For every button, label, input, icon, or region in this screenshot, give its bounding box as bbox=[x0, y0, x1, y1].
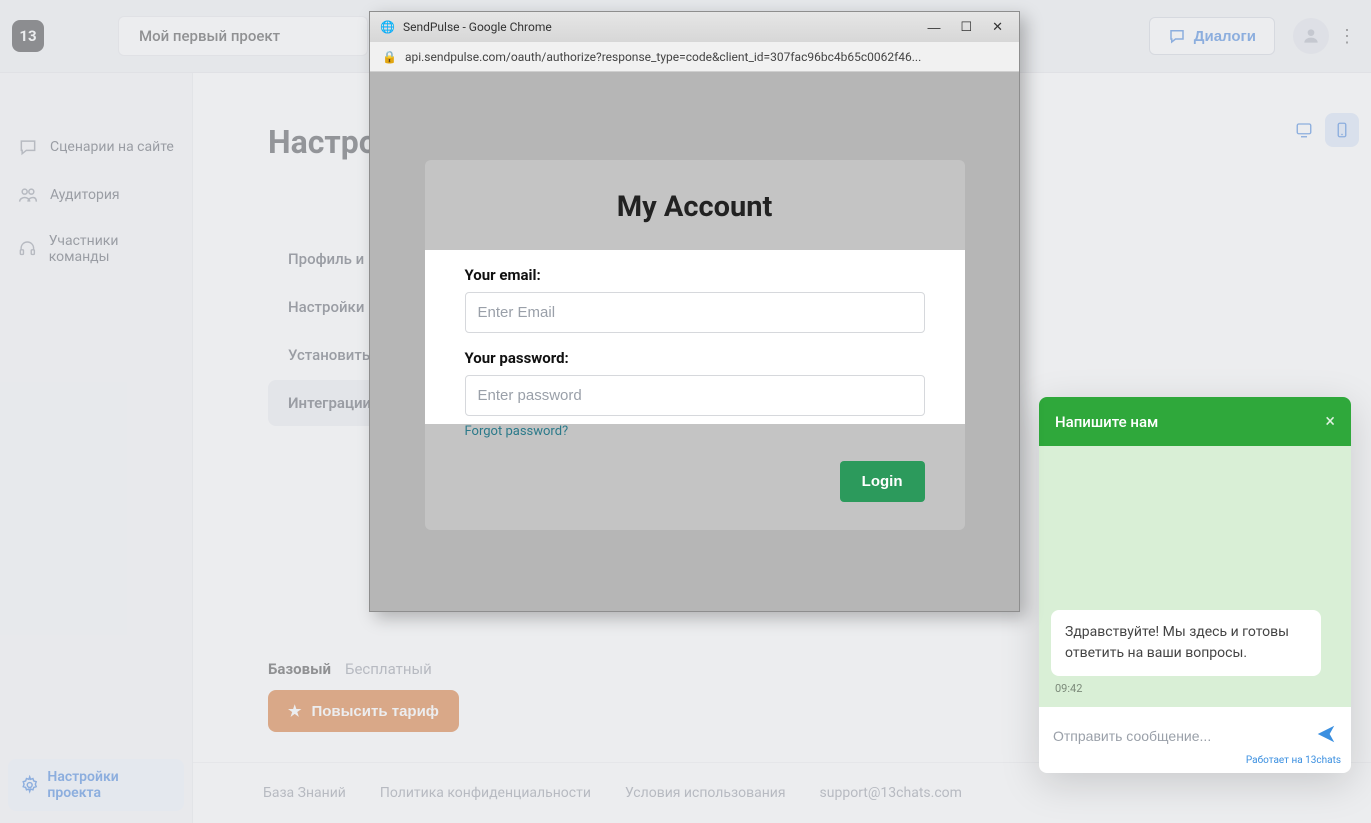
popup-window-title: SendPulse - Google Chrome bbox=[403, 20, 552, 34]
login-card-title: My Account bbox=[465, 190, 925, 224]
chat-input[interactable] bbox=[1053, 728, 1315, 744]
popup-titlebar[interactable]: 🌐 SendPulse - Google Chrome — ☐ ✕ bbox=[370, 12, 1019, 42]
chat-message-bubble: Здравствуйте! Мы здесь и готовы ответить… bbox=[1051, 610, 1321, 676]
forgot-password-link[interactable]: Forgot password? bbox=[465, 424, 925, 439]
chat-message-time: 09:42 bbox=[1055, 682, 1339, 695]
login-button[interactable]: Login bbox=[840, 461, 925, 502]
password-label: Your password: bbox=[465, 349, 925, 367]
chat-powered-by[interactable]: Работает на 13chats bbox=[1039, 755, 1351, 773]
lock-icon: 🔒 bbox=[382, 50, 397, 64]
popup-address-bar[interactable]: 🔒 api.sendpulse.com/oauth/authorize?resp… bbox=[370, 42, 1019, 72]
window-minimize-button[interactable]: — bbox=[921, 18, 946, 37]
chat-widget: Напишите нам × Здравствуйте! Мы здесь и … bbox=[1039, 397, 1351, 773]
chat-widget-title: Напишите нам bbox=[1055, 413, 1158, 431]
email-field[interactable] bbox=[465, 292, 925, 333]
oauth-popup-window: 🌐 SendPulse - Google Chrome — ☐ ✕ 🔒 api.… bbox=[369, 11, 1020, 612]
login-card: My Account Your email: Your password: Fo… bbox=[425, 160, 965, 530]
chat-send-button[interactable] bbox=[1315, 723, 1337, 749]
globe-icon: 🌐 bbox=[380, 20, 395, 34]
send-icon bbox=[1315, 723, 1337, 745]
chat-body: Здравствуйте! Мы здесь и готовы ответить… bbox=[1039, 446, 1351, 707]
password-field[interactable] bbox=[465, 375, 925, 416]
chat-widget-header: Напишите нам × bbox=[1039, 397, 1351, 446]
window-maximize-button[interactable]: ☐ bbox=[954, 17, 978, 37]
popup-url-text: api.sendpulse.com/oauth/authorize?respon… bbox=[405, 50, 921, 64]
chat-close-button[interactable]: × bbox=[1325, 411, 1335, 432]
email-label: Your email: bbox=[465, 266, 925, 284]
window-close-button[interactable]: ✕ bbox=[986, 17, 1009, 37]
